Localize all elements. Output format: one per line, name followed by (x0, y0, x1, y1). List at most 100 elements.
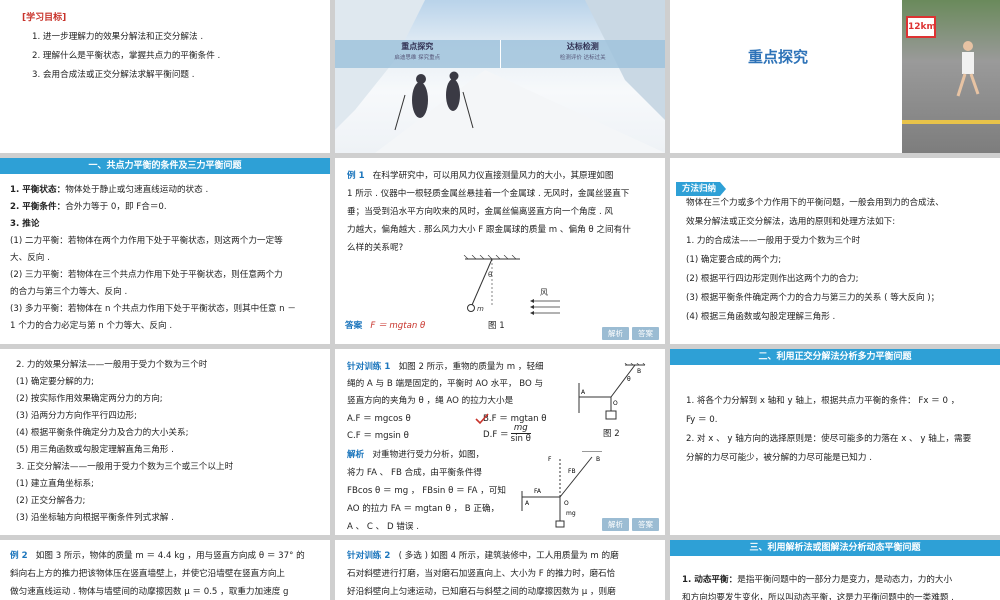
text-line: (1) 二力平衡：若物体在两个力作用下处于平衡状态，则这两个力一定等 (10, 236, 283, 246)
option-c[interactable]: C.F ＝ mgsin θ (347, 428, 409, 445)
slide-thumbnail-4[interactable]: 一、共点力平衡的条件及三力平衡问题 1. 平衡状态：物体处于静止或匀速直线运动的… (0, 158, 330, 344)
point-o-label: O (613, 400, 618, 407)
section-bar: 二、利用正交分解法分析多力平衡问题 (670, 349, 1000, 365)
text-line: (3) 根据平衡条件确定两个力的合力与第三力的关系 ( 等大反向 )； (686, 293, 940, 303)
nav-assessment[interactable]: 达标检测 检测评价 达标过关 (501, 40, 666, 68)
slide-thumbnail-12[interactable]: 三、利用解析法或图解法分析动态平衡问题 1. 动态平衡：是指平衡问题中的一部分力… (670, 540, 1000, 600)
text-line: 分解的力尽可能少，被分解的力尽可能是已知力 . (686, 453, 872, 463)
answer-button[interactable]: 答案 (632, 327, 659, 340)
runner-photo: 12km (902, 0, 1000, 153)
learning-goals-heading: [学习目标] (22, 13, 67, 23)
slide-thumbnail-10[interactable]: 例 2 如图 3 所示，物体的质量 m ＝ 4.4 kg ，用与竖直方向成 θ … (0, 540, 330, 600)
text-line: 针对训练 2 ( 多选 ) 如图 4 所示，建筑装修中，工人用质量为 m 的磨 (347, 551, 619, 561)
slide-title: 重点探究 (748, 48, 809, 66)
text-line: 大、反向 . (10, 253, 50, 263)
text-line: 和方向均要发生变化，所以叫动态平衡，这是力平衡问题中的一类难题 . (682, 593, 954, 600)
slide-thumbnail-11[interactable]: 针对训练 2 ( 多选 ) 如图 4 所示，建筑装修中，工人用质量为 m 的磨 … (335, 540, 665, 600)
figure-caption: 图 2 (603, 429, 620, 439)
text-line: 么样的关系呢? (347, 243, 404, 253)
text-line: 力越大，偏角越大 . 那么风力大小 F 跟金属球的质量 m 、偏角 θ 之间有什 (347, 225, 631, 235)
text-line: 解析 对重物进行受力分析，如图， (347, 450, 485, 460)
fb-label: FB (568, 468, 576, 475)
answer-line: 答案 F ＝ mgtan θ (345, 321, 426, 331)
text-line: 例 2 如图 3 所示，物体的质量 m ＝ 4.4 kg ，用与竖直方向成 θ … (10, 551, 305, 561)
text-line: 竖直方向的夹角为 θ ，绳 AO 的拉力大小是 (347, 396, 514, 406)
mass-label: m (477, 305, 484, 313)
nav-key-points[interactable]: 重点探究 启迪思维 探究重点 (335, 40, 501, 68)
text-line: 物体在三个力或多个力作用下的平衡问题，一般会用到力的合成法、 (686, 198, 944, 208)
text-line: (1) 建立直角坐标系; (16, 479, 94, 489)
analysis-button[interactable]: 解析 (602, 327, 629, 340)
text-line: Fy ＝ 0. (686, 415, 718, 425)
text-line: (4) 根据平衡条件确定分力及合力的大小关系; (16, 428, 189, 438)
text-line: 好沿斜壁向上匀速运动，已知磨石与斜壁之间的动摩擦因数为 μ ，则磨 (347, 587, 616, 597)
slide-thumbnail-3[interactable]: 重点探究 12km (670, 0, 1000, 153)
slide-thumbnail-6[interactable]: 方法归纳 物体在三个力或多个力作用下的平衡问题，一般会用到力的合成法、 效果分解… (670, 158, 1000, 344)
section-bar: 一、共点力平衡的条件及三力平衡问题 (0, 158, 330, 174)
hanging-weight-diagram: A B O θ (578, 363, 646, 420)
slide-thumbnail-7[interactable]: 2. 力的效果分解法——一般用于受力个数为三个时 (1) 确定要分解的力; (2… (0, 349, 330, 535)
text-line: (2) 三力平衡：若物体在三个共点力作用下处于平衡状态，则任意两个力 (10, 270, 283, 280)
text-line: 2. 对 x 、 y 轴方向的选择原则是：使尽可能多的力落在 x 、 y 轴上，… (686, 434, 972, 444)
point-b-label: B (596, 456, 600, 463)
skiers-photo (335, 0, 665, 153)
text-line: 1. 力的合成法——一般用于受力个数为三个时 (686, 236, 861, 246)
text-line: 针对训练 1 如图 2 所示，重物的质量为 m ，轻细 (347, 362, 544, 372)
slide-thumbnail-2[interactable]: 重点探究 启迪思维 探究重点 达标检测 检测评价 达标过关 (335, 0, 665, 153)
text-line: 1 个力的合力必定与第 n 个力等大、反向 . (10, 321, 173, 331)
runner-figure (902, 41, 1000, 124)
text-line: 2. 平衡条件：合外力等于 0，即 F合＝0. (10, 202, 167, 212)
text-line: AO 的拉力 FA ＝ mgtan θ ， B 正确， (347, 504, 500, 514)
text-line: 3. 推论 (10, 219, 40, 229)
text-line: (3) 多力平衡：若物体在 n 个共点力作用下处于平衡状态，则其中任意 n － (10, 304, 296, 314)
text-line: 1 所示 . 仪器中一根轻质金属丝悬挂着一个金属球 . 无风时，金属丝竖直下 (347, 189, 630, 199)
option-d[interactable]: D.F ＝ mg sin θ (483, 423, 531, 444)
text-line: 例 1 在科学研究中，可以用风力仪直接测量风力的大小，其原理如图 (347, 171, 614, 181)
slide-thumbnail-1[interactable]: [学习目标] 1. 进一步理解力的效果分解法和正交分解法 . 2. 理解什么是平… (0, 0, 330, 153)
text-line: (2) 正交分解各力; (16, 496, 86, 506)
text-line: FBcos θ ＝ mg ， FBsin θ ＝ FA ，可知 (347, 486, 506, 496)
point-b-label: B (637, 368, 641, 375)
slide-thumbnail-5[interactable]: 例 1 在科学研究中，可以用风力仪直接测量风力的大小，其原理如图 1 所示 . … (335, 158, 665, 344)
point-a-label: A (525, 500, 530, 507)
theta-label: θ (488, 271, 492, 279)
text-line: 1. 将各个力分解到 x 轴和 y 轴上，根据共点力平衡的条件： Fx ＝ 0 … (686, 396, 960, 406)
text-line: (1) 确定要合成的两个力; (686, 255, 782, 265)
text-line: (3) 沿坐标轴方向根据平衡条件列式求解 . (16, 513, 174, 523)
text-line: 垂；当受到沿水平方向吹来的风时，金属丝偏离竖直方向一个角度 . 风 (347, 207, 614, 217)
text-line: 将力 FA 、 FB 合成，由平衡条件得 (347, 468, 482, 478)
section-nav: 重点探究 启迪思维 探究重点 达标检测 检测评价 达标过关 (335, 40, 665, 68)
text-line: (2) 根据平行四边形定则作出这两个力的合力; (686, 274, 859, 284)
slide-thumbnail-9[interactable]: 二、利用正交分解法分析多力平衡问题 1. 将各个力分解到 x 轴和 y 轴上，根… (670, 349, 1000, 535)
text-line: A 、 C 、 D 错误 . (347, 522, 419, 532)
figure-caption: 图 1 (488, 321, 505, 331)
text-line: (1) 确定要分解的力; (16, 377, 94, 387)
text-line: 1. 动态平衡：是指平衡问题中的一部分力是变力，是动态力，力的大小 (682, 575, 953, 585)
wind-label: 风 (540, 288, 548, 297)
analysis-button[interactable]: 解析 (602, 518, 629, 531)
text-line: (5) 用三角函数或勾股定理解直角三角形 . (16, 445, 174, 455)
text-line: 斜向右上方的推力把该物体压在竖直墙壁上，并使它沿墙壁在竖直方向上 (10, 569, 286, 579)
force-analysis-diagram: FA FB F mg A O B (521, 451, 602, 528)
text-line: 做匀速直线运动 . 物体与墙壁间的动摩擦因数 μ ＝ 0.5 ，取重力加速度 g (10, 587, 289, 597)
f-label: F (548, 456, 552, 463)
text-line: 1. 平衡状态：物体处于静止或匀速直线运动的状态 . (10, 185, 209, 195)
option-a[interactable]: A.F ＝ mgcos θ (347, 411, 411, 428)
goal-item: 1. 进一步理解力的效果分解法和正交分解法 . (32, 32, 204, 42)
fa-label: FA (534, 488, 542, 495)
section-bar: 三、利用解析法或图解法分析动态平衡问题 (670, 540, 1000, 556)
method-summary-tag: 方法归纳 (676, 176, 727, 196)
text-line: 的合力与第三个力等大、反向 . (10, 287, 128, 297)
text-line: (2) 按实际作用效果确定两分力的方向; (16, 394, 163, 404)
text-line: 绳的 A 与 B 端是固定的，平衡时 AO 水平， BO 与 (347, 379, 544, 389)
slide-thumbnail-8[interactable]: 针对训练 1 如图 2 所示，重物的质量为 m ，轻细 绳的 A 与 B 端是固… (335, 349, 665, 535)
point-o-label: O (564, 500, 569, 507)
theta-label: θ (627, 376, 631, 383)
point-a-label: A (581, 389, 586, 396)
answer-button[interactable]: 答案 (632, 518, 659, 531)
goal-item: 2. 理解什么是平衡状态，掌握共点力的平衡条件 . (32, 51, 221, 61)
pendulum-diagram: θ m 风 (463, 255, 560, 315)
text-line: (3) 沿两分力方向作平行四边形; (16, 411, 137, 421)
mg-label: mg (566, 510, 576, 517)
text-line: 2. 力的效果分解法——一般用于受力个数为三个时 (16, 360, 208, 370)
